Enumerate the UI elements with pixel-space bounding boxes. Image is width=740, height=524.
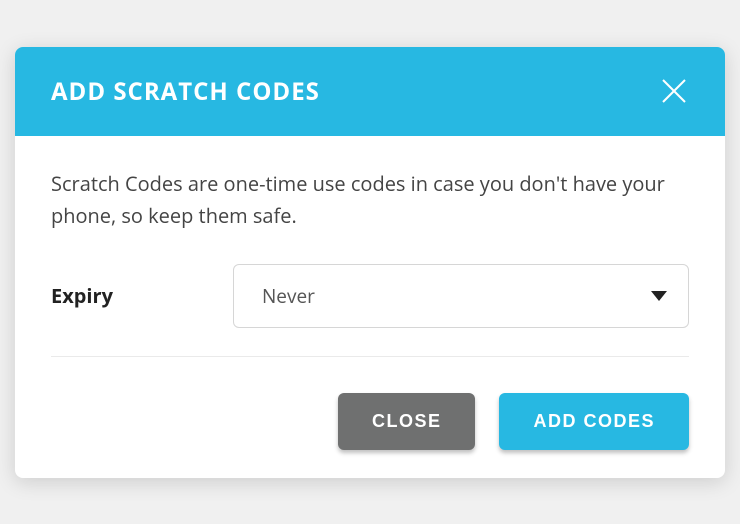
expiry-selected-value: Never xyxy=(262,283,315,309)
modal-title: ADD SCRATCH CODES xyxy=(51,75,320,108)
add-codes-button[interactable]: ADD CODES xyxy=(499,393,689,450)
expiry-select-wrap: Never xyxy=(233,264,689,328)
modal-description: Scratch Codes are one-time use codes in … xyxy=(51,168,689,232)
add-scratch-codes-modal: ADD SCRATCH CODES Scratch Codes are one-… xyxy=(15,47,725,478)
expiry-row: Expiry Never xyxy=(51,264,689,357)
close-icon[interactable] xyxy=(659,76,689,106)
modal-body: Scratch Codes are one-time use codes in … xyxy=(15,136,725,365)
modal-header: ADD SCRATCH CODES xyxy=(15,47,725,136)
modal-footer: CLOSE ADD CODES xyxy=(15,365,725,478)
expiry-select[interactable]: Never xyxy=(233,264,689,328)
expiry-label: Expiry xyxy=(51,282,201,309)
close-button[interactable]: CLOSE xyxy=(338,393,476,450)
